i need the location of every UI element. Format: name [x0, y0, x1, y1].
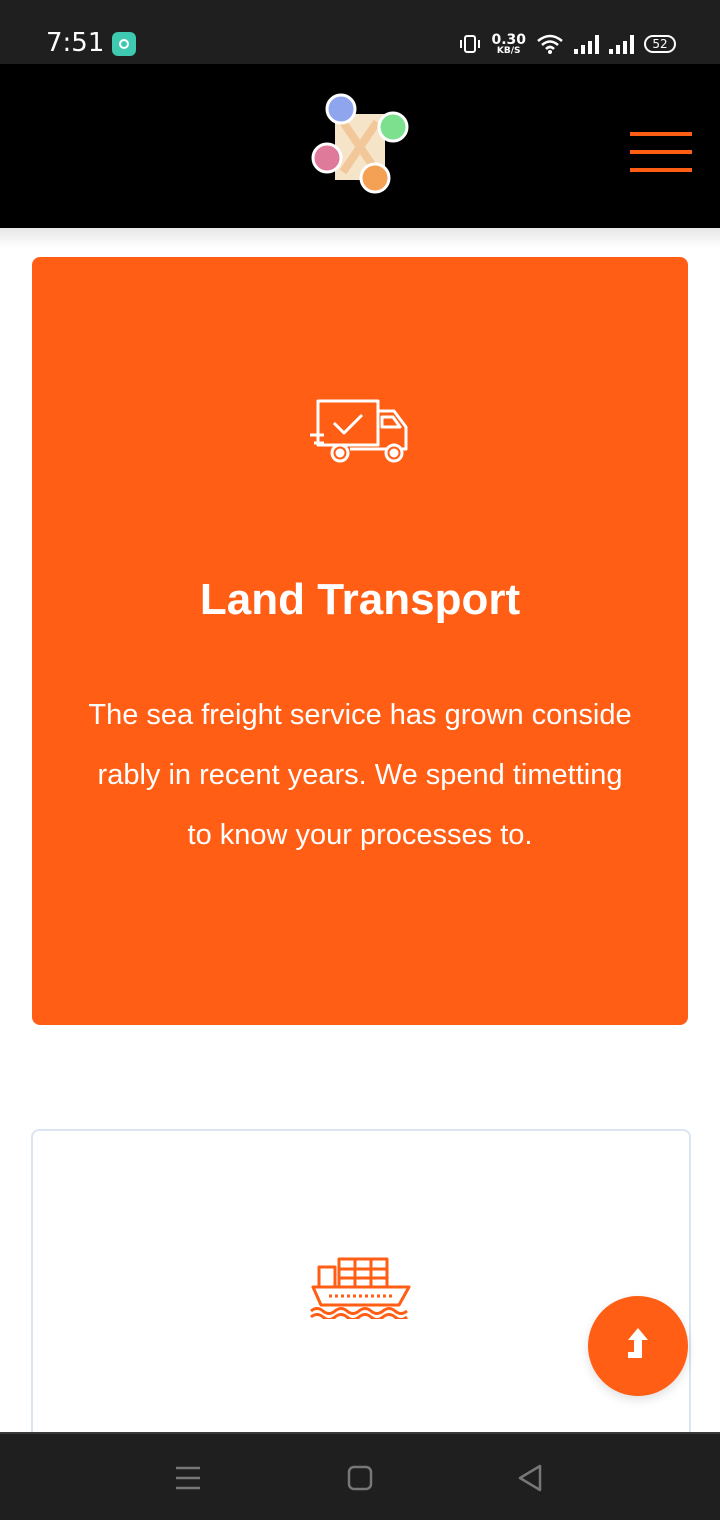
- wifi-icon: [537, 34, 563, 54]
- status-icons: 0.30 KB/S 52: [459, 30, 676, 58]
- home-icon[interactable]: [344, 1462, 376, 1494]
- site-header: [0, 64, 720, 228]
- service-description: The sea freight service has grown consid…: [88, 699, 632, 851]
- service-card-land-transport[interactable]: Land Transport The sea freight service h…: [32, 257, 688, 1025]
- logo-icon[interactable]: [305, 92, 415, 202]
- scroll-to-top-button[interactable]: [588, 1296, 688, 1396]
- status-time: 7:51: [46, 28, 105, 58]
- delivery-truck-icon: [310, 399, 408, 463]
- cargo-ship-icon: [310, 1257, 411, 1319]
- signal-icon: [609, 34, 634, 54]
- system-navigation-bar: [0, 1432, 720, 1520]
- network-speed-unit: KB/S: [496, 45, 521, 56]
- header-shadow: [0, 228, 720, 248]
- vibrate-icon: [460, 35, 481, 53]
- recent-apps-icon[interactable]: [172, 1462, 204, 1494]
- arrow-up-icon: [628, 1328, 648, 1358]
- network-speed: 0.30 KB/S: [491, 33, 526, 56]
- status-bar: 7:51 0.30 KB/S 52: [0, 0, 720, 64]
- back-icon[interactable]: [514, 1462, 546, 1494]
- app-notification-icon: [112, 32, 136, 56]
- signal-icon: [574, 34, 599, 54]
- battery-icon: 52: [644, 35, 676, 53]
- service-title: Land Transport: [199, 575, 521, 624]
- service-card-sea-freight[interactable]: [31, 1129, 691, 1463]
- hamburger-menu-icon[interactable]: [630, 132, 692, 174]
- network-speed-value: 0.30: [491, 31, 526, 48]
